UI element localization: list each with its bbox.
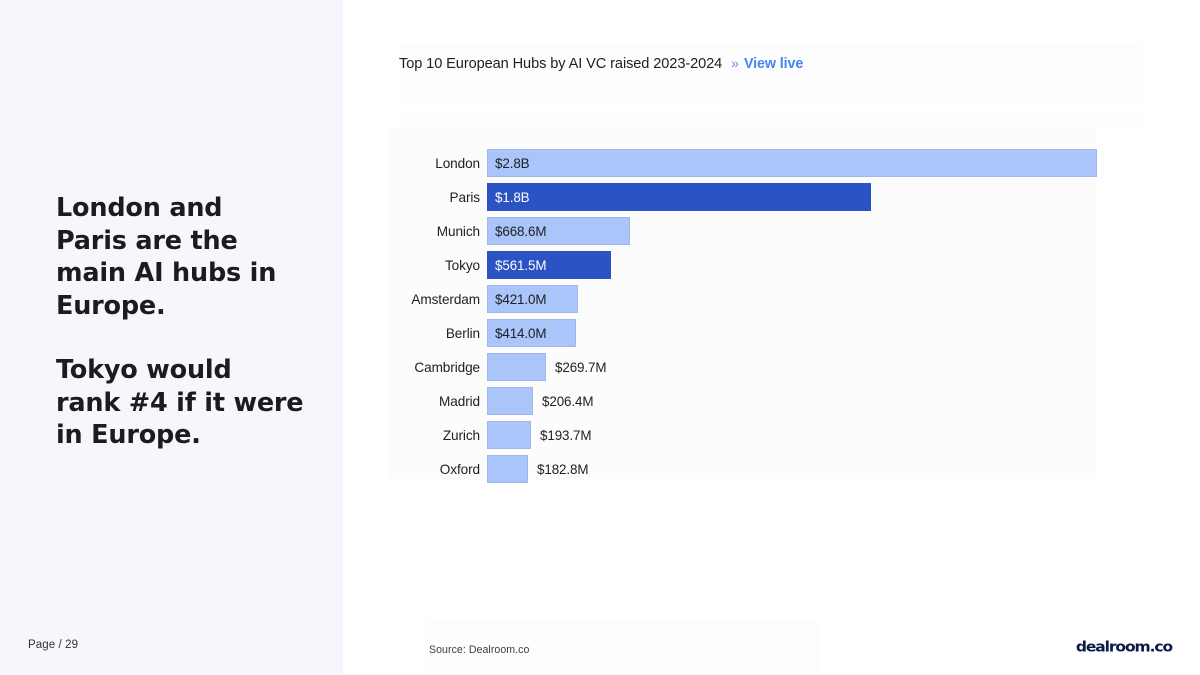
bar-row[interactable]: London $2.8B <box>388 149 1097 177</box>
headline-block: London and Paris are the main AI hubs in… <box>56 192 306 452</box>
bar-row[interactable]: Cambridge $269.7M <box>388 353 1097 381</box>
bar[interactable]: $668.6M <box>487 217 630 245</box>
bar-category-label: Oxford <box>388 462 480 477</box>
bar-value-label: $561.5M <box>488 258 546 273</box>
double-chevron-right-icon: » <box>731 55 739 71</box>
bar[interactable] <box>487 387 533 415</box>
headline-primary: London and Paris are the main AI hubs in… <box>56 192 306 322</box>
bar-track: $561.5M <box>487 251 611 279</box>
bar-category-label: Munich <box>388 224 480 239</box>
bar-track: $206.4M <box>487 387 593 415</box>
bar-row[interactable]: Zurich $193.7M <box>388 421 1097 449</box>
bar-row[interactable]: Berlin $414.0M <box>388 319 1097 347</box>
bar[interactable] <box>487 421 531 449</box>
bar-track: $193.7M <box>487 421 591 449</box>
bar-category-label: London <box>388 156 480 171</box>
bar-value-label: $668.6M <box>488 224 546 239</box>
bar-row[interactable]: Paris $1.8B <box>388 183 1097 211</box>
bar-category-label: Paris <box>388 190 480 205</box>
bar-track: $269.7M <box>487 353 606 381</box>
source-attribution: Source: Dealroom.co <box>429 644 529 656</box>
bar-chart-panel: London $2.8B Paris $1.8B Munich $668.6M Tokyo $… <box>388 128 1097 479</box>
bar-track: $414.0M <box>487 319 576 347</box>
left-rail: London and Paris are the main AI hubs in… <box>0 0 343 675</box>
bar[interactable] <box>487 455 528 483</box>
chart-title-row: Top 10 European Hubs by AI VC raised 202… <box>399 55 803 72</box>
bar[interactable]: $421.0M <box>487 285 578 313</box>
bar-category-label: Tokyo <box>388 258 480 273</box>
bar-value-label: $414.0M <box>488 326 546 341</box>
headline-secondary: Tokyo would rank #4 if it were in Europe… <box>56 354 306 452</box>
bar[interactable]: $1.8B <box>487 183 871 211</box>
bar-row[interactable]: Madrid $206.4M <box>388 387 1097 415</box>
chart-header-card <box>399 45 1143 105</box>
dealroom-logo: dealroom.co <box>1076 639 1172 656</box>
bar-track: $2.8B <box>487 149 1097 177</box>
bar-row[interactable]: Munich $668.6M <box>388 217 1097 245</box>
bar-category-label: Cambridge <box>388 360 480 375</box>
bar-category-label: Amsterdam <box>388 292 480 307</box>
bar-value-label: $193.7M <box>540 428 591 443</box>
bar-track: $1.8B <box>487 183 871 211</box>
bar-value-label: $269.7M <box>555 360 606 375</box>
clipped-subtitle-strip: Capital raised by city <box>399 112 1143 126</box>
bar-value-label: $206.4M <box>542 394 593 409</box>
bar-track: $421.0M <box>487 285 578 313</box>
bar-value-label: $1.8B <box>488 190 530 205</box>
bar[interactable] <box>487 353 546 381</box>
bar-value-label: $182.8M <box>537 462 588 477</box>
bar-row[interactable]: Amsterdam $421.0M <box>388 285 1097 313</box>
bar-category-label: Zurich <box>388 428 480 443</box>
bar-value-label: $421.0M <box>488 292 546 307</box>
bar-track: $182.8M <box>487 455 588 483</box>
bar-row[interactable]: Tokyo $561.5M <box>388 251 1097 279</box>
bar-category-label: Madrid <box>388 394 480 409</box>
bar[interactable]: $2.8B <box>487 149 1097 177</box>
bar[interactable]: $414.0M <box>487 319 576 347</box>
bar-category-label: Berlin <box>388 326 480 341</box>
bar[interactable]: $561.5M <box>487 251 611 279</box>
slide-canvas: London and Paris are the main AI hubs in… <box>0 0 1200 675</box>
bar-value-label: $2.8B <box>488 156 530 171</box>
bar-track: $668.6M <box>487 217 630 245</box>
chart-title: Top 10 European Hubs by AI VC raised 202… <box>399 56 722 72</box>
bar-row[interactable]: Oxford $182.8M <box>388 455 1097 483</box>
page-number: Page / 29 <box>28 639 78 651</box>
view-live-link[interactable]: View live <box>744 56 803 72</box>
